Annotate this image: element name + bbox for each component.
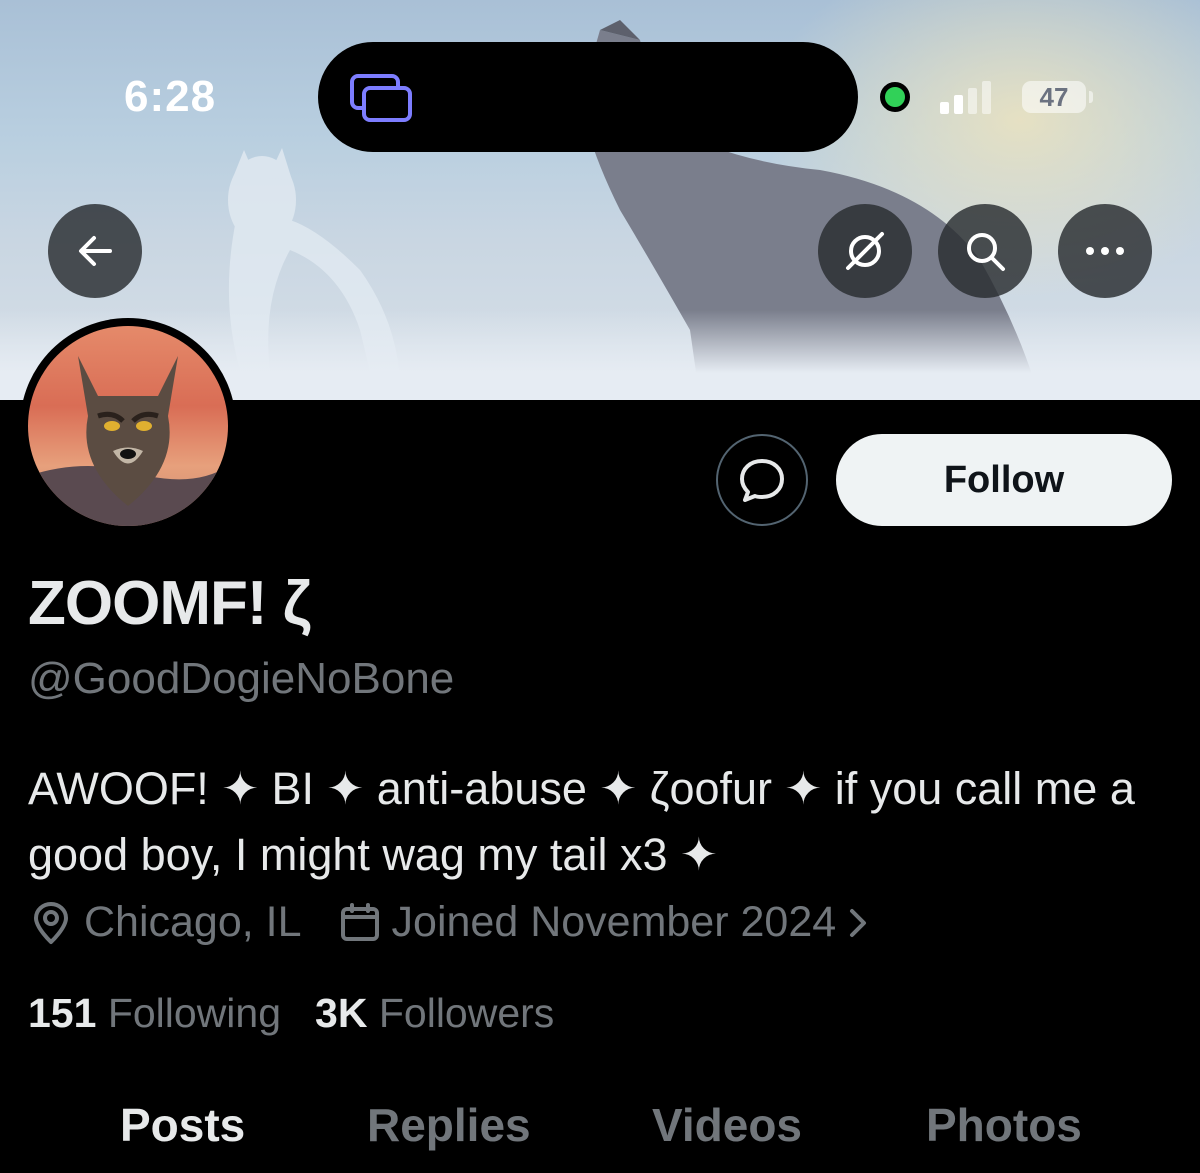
more-button[interactable] (1058, 204, 1152, 298)
user-handle: @GoodDogieNoBone (28, 654, 455, 703)
calendar-icon (340, 902, 379, 941)
joined-text: Joined November 2024 (391, 898, 837, 946)
tab-videos[interactable]: Videos (652, 1098, 802, 1152)
following-count: 151 (28, 990, 97, 1036)
dynamic-island (318, 42, 858, 152)
joined-item[interactable]: Joined November 2024 (338, 898, 871, 947)
profile-bio: AWOOF! ✦ BI ✦ anti-abuse ✦ ζoofur ✦ if y… (28, 763, 1135, 880)
screen-mirroring-icon (350, 74, 412, 122)
status-indicators: 47 (880, 80, 1093, 114)
chat-bubble-icon (740, 459, 784, 502)
avatar[interactable] (20, 318, 236, 534)
profile-tabs: Posts Replies Videos Photos (0, 1098, 1200, 1173)
signal-icon (940, 81, 991, 114)
following-link[interactable]: 151 Following (28, 990, 281, 1037)
message-button[interactable] (716, 434, 808, 526)
camera-indicator-icon (880, 82, 910, 112)
follow-stats: 151 Following 3K Followers (28, 990, 554, 1037)
profile-meta: Chicago, IL Joined November 2024 (28, 898, 906, 947)
followers-link[interactable]: 3K Followers (315, 990, 554, 1037)
avatar-image (28, 326, 228, 526)
battery-icon: 47 (1022, 81, 1093, 113)
location-pin-icon (34, 901, 68, 944)
location-text: Chicago, IL (84, 898, 302, 946)
arrow-left-icon (79, 236, 112, 266)
tab-photos[interactable]: Photos (926, 1098, 1082, 1152)
followers-label: Followers (378, 990, 555, 1036)
followers-count: 3K (315, 990, 368, 1036)
grok-button[interactable] (818, 204, 912, 298)
following-label: Following (107, 990, 282, 1036)
location-item: Chicago, IL (28, 898, 302, 947)
follow-button[interactable]: Follow (836, 434, 1172, 526)
display-name: ZOOMF! ζ (28, 569, 311, 638)
grok-icon (846, 232, 884, 270)
status-time: 6:28 (124, 72, 217, 121)
chevron-right-icon (850, 908, 867, 937)
search-icon (967, 233, 1005, 271)
more-horizontal-icon (1086, 247, 1124, 255)
search-button[interactable] (938, 204, 1032, 298)
tab-replies[interactable]: Replies (367, 1098, 531, 1152)
wolf-avatar-illustration (28, 356, 228, 526)
back-button[interactable] (48, 204, 142, 298)
tab-posts[interactable]: Posts (120, 1098, 245, 1152)
